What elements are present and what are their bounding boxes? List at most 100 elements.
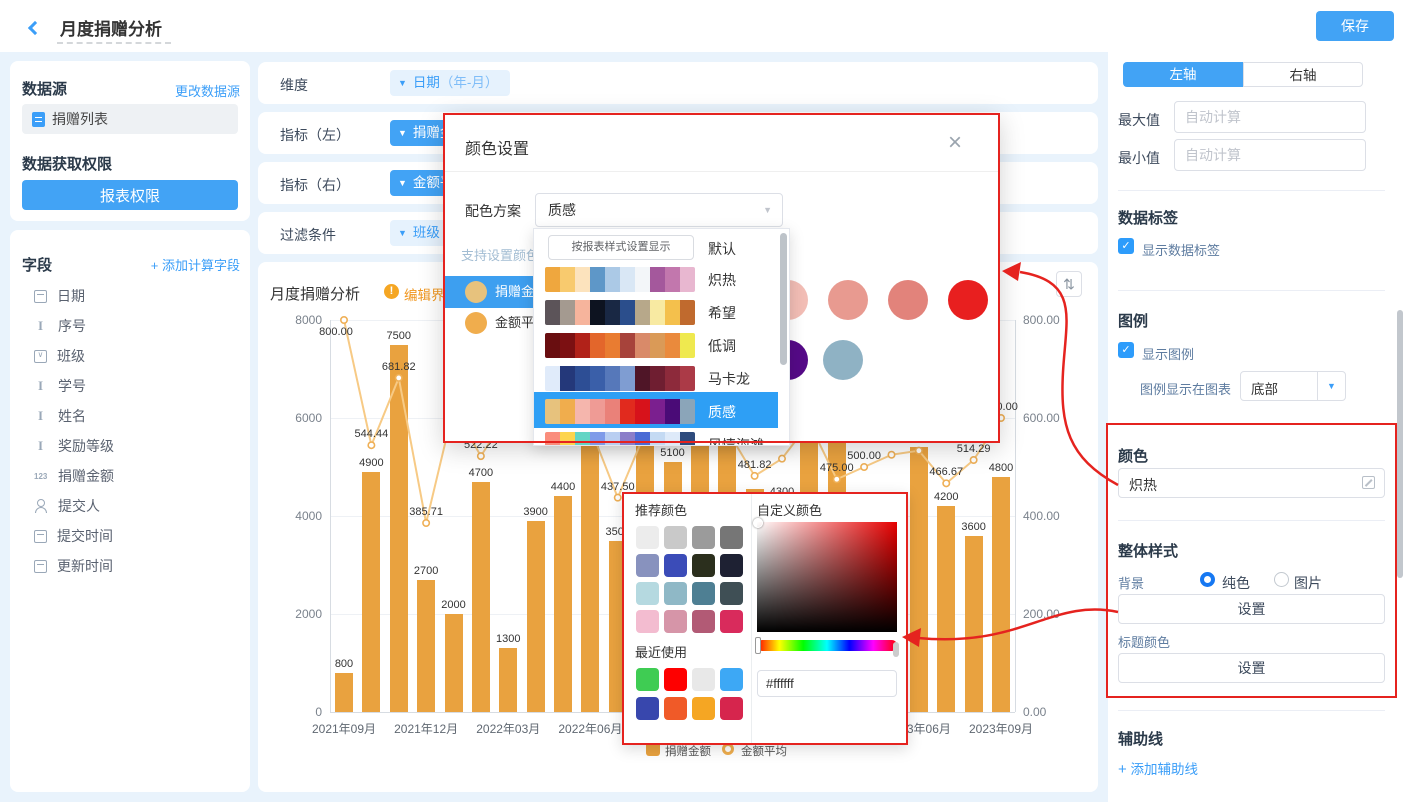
report-permission-button[interactable]: 报表权限	[22, 180, 238, 210]
field-item-捐赠金额[interactable]: 捐赠金额	[34, 466, 114, 486]
dialog-series-金额平均[interactable]: 金额平均	[445, 307, 543, 339]
palette-color	[620, 333, 635, 358]
picker-divider	[751, 492, 752, 745]
legend-position-select[interactable]: 底部 ▼	[1240, 371, 1346, 401]
recent-color[interactable]	[636, 697, 659, 720]
data-permission-heading: 数据获取权限	[22, 153, 112, 174]
add-guide-link[interactable]: + 添加辅助线	[1118, 758, 1198, 778]
scheme-palette-低调[interactable]	[545, 333, 695, 358]
field-item-更新时间[interactable]: 更新时间	[34, 556, 113, 576]
max-value-input[interactable]	[1174, 101, 1366, 133]
recommended-color[interactable]	[636, 582, 659, 605]
hue-slider-handle[interactable]	[755, 637, 761, 654]
field-item-序号[interactable]: 序号	[34, 316, 86, 336]
title-color-set-button[interactable]: 设置	[1118, 653, 1385, 683]
bg-set-button[interactable]: 设置	[1118, 594, 1385, 624]
field-item-提交人[interactable]: 提交人	[34, 496, 100, 516]
saturation-gradient[interactable]	[757, 522, 897, 632]
field-item-提交时间[interactable]: 提交时间	[34, 526, 113, 546]
palette-color	[560, 366, 575, 391]
recommended-color[interactable]	[664, 610, 687, 633]
scheme-palette-质感[interactable]	[545, 399, 695, 424]
change-datasource-link[interactable]: 更改数据源	[118, 81, 240, 100]
edit-icon[interactable]	[1362, 476, 1375, 489]
recent-color[interactable]	[636, 668, 659, 691]
add-calc-field-link[interactable]: + 添加计算字段	[100, 255, 240, 274]
person-icon	[34, 499, 48, 513]
gradient-marker[interactable]	[753, 518, 763, 528]
field-item-学号[interactable]: 学号	[34, 376, 86, 396]
datasource-item[interactable]: 捐赠列表	[22, 104, 238, 134]
dimension-tag[interactable]: ▼日期（年-月）	[390, 70, 510, 96]
datalabel-checkbox[interactable]: ✓	[1118, 238, 1134, 254]
recommended-color[interactable]	[720, 526, 743, 549]
recommended-color[interactable]	[720, 610, 743, 633]
picker-scroll-handle[interactable]	[893, 642, 899, 657]
hue-slider[interactable]	[757, 640, 897, 651]
recommended-color[interactable]	[720, 582, 743, 605]
scheme-option-默认[interactable]: 默认	[708, 239, 736, 259]
field-item-班级[interactable]: 班级	[34, 346, 85, 366]
hex-color-input[interactable]	[757, 670, 897, 697]
preview-circle[interactable]	[888, 280, 928, 320]
recent-color[interactable]	[692, 697, 715, 720]
close-icon[interactable]: ×	[948, 129, 962, 157]
recommended-color[interactable]	[664, 526, 687, 549]
recommended-color[interactable]	[636, 526, 659, 549]
preview-circle[interactable]	[948, 280, 988, 320]
scheme-option-风情海滩[interactable]: 风情海滩	[708, 435, 764, 446]
recent-color[interactable]	[664, 668, 687, 691]
recommended-color[interactable]	[636, 610, 659, 633]
palette-color	[665, 300, 680, 325]
dialog-series-捐赠金额[interactable]: 捐赠金额	[445, 276, 543, 308]
palette-color	[575, 399, 590, 424]
save-button[interactable]: 保存	[1316, 11, 1394, 41]
scheme-option-低调[interactable]: 低调	[708, 336, 736, 356]
scheme-option-炽热[interactable]: 炽热	[708, 270, 736, 290]
report-style-button[interactable]: 按报表样式设置显示	[548, 235, 694, 260]
sort-icon[interactable]: ⇅	[1056, 271, 1082, 297]
scheme-option-质感[interactable]: 质感	[708, 402, 736, 422]
field-item-日期[interactable]: 日期	[34, 286, 85, 306]
legend-checkbox[interactable]: ✓	[1118, 342, 1134, 358]
scheme-option-马卡龙[interactable]: 马卡龙	[708, 369, 750, 389]
recommended-color[interactable]	[720, 554, 743, 577]
tab-left-axis[interactable]: 左轴	[1123, 62, 1243, 87]
radio-image[interactable]	[1274, 572, 1289, 587]
back-icon[interactable]	[30, 20, 40, 38]
radio-solid-color[interactable]	[1200, 572, 1215, 587]
scheme-palette-炽热[interactable]	[545, 267, 695, 292]
recommended-color[interactable]	[692, 610, 715, 633]
preview-circle[interactable]	[823, 340, 863, 380]
scheme-palette-希望[interactable]	[545, 300, 695, 325]
scheme-select[interactable]: 质感 ▼	[535, 193, 783, 227]
preview-circle[interactable]	[828, 280, 868, 320]
dropdown-scrollbar[interactable]	[780, 233, 787, 365]
palette-color	[590, 300, 605, 325]
scheme-option-希望[interactable]: 希望	[708, 303, 736, 323]
series-color-dot[interactable]	[465, 281, 487, 303]
panel-scrollbar[interactable]	[1397, 310, 1403, 578]
recommended-color[interactable]	[692, 582, 715, 605]
palette-color	[620, 300, 635, 325]
scheme-palette-风情海滩[interactable]	[545, 432, 695, 446]
recent-color[interactable]	[664, 697, 687, 720]
recommended-color[interactable]	[692, 526, 715, 549]
caret-down-icon: ▼	[398, 78, 407, 88]
field-item-奖励等级[interactable]: 奖励等级	[34, 436, 114, 456]
style-heading: 整体样式	[1118, 540, 1178, 561]
recommended-color[interactable]	[636, 554, 659, 577]
recent-color[interactable]	[692, 668, 715, 691]
warning-icon: !	[384, 284, 399, 299]
recommended-color[interactable]	[664, 554, 687, 577]
recent-color[interactable]	[720, 697, 743, 720]
tab-right-axis[interactable]: 右轴	[1243, 62, 1363, 87]
recommended-color[interactable]	[692, 554, 715, 577]
scheme-palette-马卡龙[interactable]	[545, 366, 695, 391]
min-value-input[interactable]	[1174, 139, 1366, 171]
series-color-dot[interactable]	[465, 312, 487, 334]
field-item-姓名[interactable]: 姓名	[34, 406, 86, 426]
color-scheme-input[interactable]: 炽热	[1118, 468, 1385, 498]
recent-color[interactable]	[720, 668, 743, 691]
recommended-color[interactable]	[664, 582, 687, 605]
